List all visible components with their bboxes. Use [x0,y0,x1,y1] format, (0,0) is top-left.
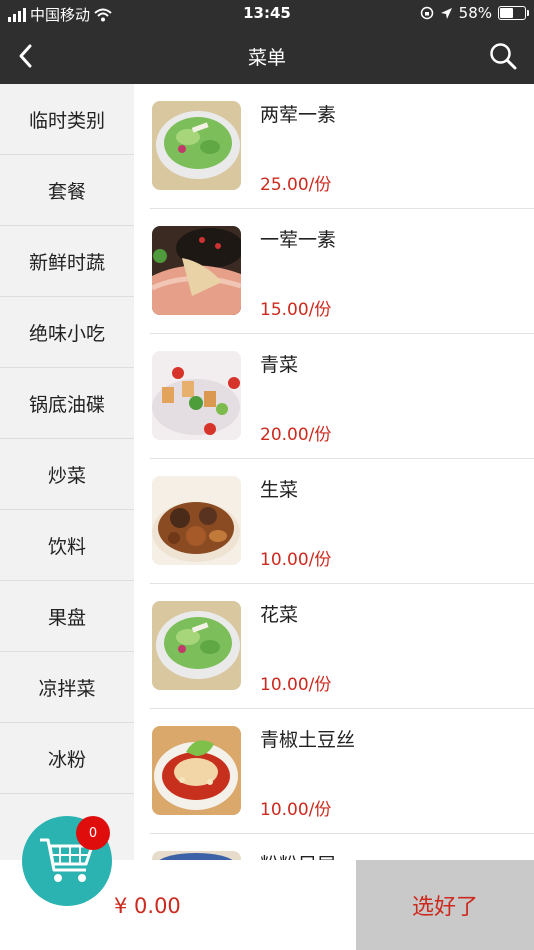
dish-photo-bowl [152,851,241,860]
dish-item[interactable]: 一荤一素 15.00/份 [150,209,534,334]
dish-price: 10.00/份 [260,800,332,820]
category-label: 锅底油碟 [28,393,105,416]
dish-item[interactable]: 生菜 10.00/份 [150,459,534,584]
category-item[interactable]: 绝味小吃 [0,297,134,368]
category-item[interactable]: 套餐 [0,155,134,226]
category-item[interactable]: 炒菜 [0,439,134,510]
dish-photo-skewers [152,351,241,440]
category-item[interactable]: 凉拌菜 [0,652,134,723]
category-label: 绝味小吃 [28,322,105,345]
search-icon[interactable] [488,41,518,71]
dish-name: 两荤一素 [260,104,337,126]
nav-bar: 菜单 [0,28,534,84]
dish-name: 粉粉凤尾 [260,850,336,860]
dish-name: 一荤一素 [260,229,337,251]
status-right: 58% [420,4,529,22]
category-label: 临时类别 [28,109,105,132]
dish-item[interactable]: 花菜 10.00/份 [150,584,534,709]
dish-photo-salad [152,101,241,190]
dish-name: 青椒土豆丝 [260,729,356,751]
category-sidebar: 临时类别 套餐 新鲜时蔬 绝味小吃 锅底油碟 炒菜 饮料 果盘 凉拌菜 冰粉 [0,84,134,860]
category-label: 果盘 [47,606,86,629]
category-label: 饮料 [47,535,86,558]
cart-count-badge: 0 [76,816,110,850]
cart-total: ¥ 0.00 [114,894,181,918]
dish-name: 青菜 [260,354,299,376]
battery-icon [498,6,529,20]
battery-percent: 58% [458,4,492,22]
category-label: 冰粉 [47,748,86,771]
dish-photo-braised-mushroom [152,476,241,565]
dish-name: 生菜 [260,479,299,501]
status-bar: 中国移动 13:45 58% [0,0,534,28]
location-icon [440,7,452,19]
category-item[interactable]: 果盘 [0,581,134,652]
dish-price: 25.00/份 [260,175,332,195]
category-label: 炒菜 [47,464,86,487]
category-item[interactable]: 冰粉 [0,723,134,794]
dish-item[interactable]: 粉粉凤尾 [150,834,534,860]
category-item[interactable]: 饮料 [0,510,134,581]
category-item[interactable]: 新鲜时蔬 [0,226,134,297]
dish-list[interactable]: 两荤一素 25.00/份 一荤一素 15.00/份 青菜 20.00/份 生菜 … [134,84,534,860]
dish-price: 10.00/份 [260,550,332,570]
category-label: 凉拌菜 [38,677,96,700]
rotation-lock-icon [420,6,433,20]
dish-item[interactable]: 两荤一素 25.00/份 [150,84,534,209]
dish-name: 花菜 [260,604,299,626]
category-item[interactable]: 锅底油碟 [0,368,134,439]
dish-item[interactable]: 青菜 20.00/份 [150,334,534,459]
category-label: 新鲜时蔬 [28,251,105,274]
dish-price: 20.00/份 [260,425,332,445]
dish-price: 15.00/份 [260,300,332,320]
dish-photo-spicy-chicken [152,726,241,815]
confirm-button[interactable]: 选好了 [356,860,534,950]
dish-item[interactable]: 青椒土豆丝 10.00/份 [150,709,534,834]
category-label: 套餐 [47,180,86,203]
page-title: 菜单 [247,47,286,69]
dish-photo-salad [152,601,241,690]
category-item[interactable]: 临时类别 [0,84,134,155]
dish-price: 10.00/份 [260,675,332,695]
dish-photo-meat-mushroom [152,226,241,315]
